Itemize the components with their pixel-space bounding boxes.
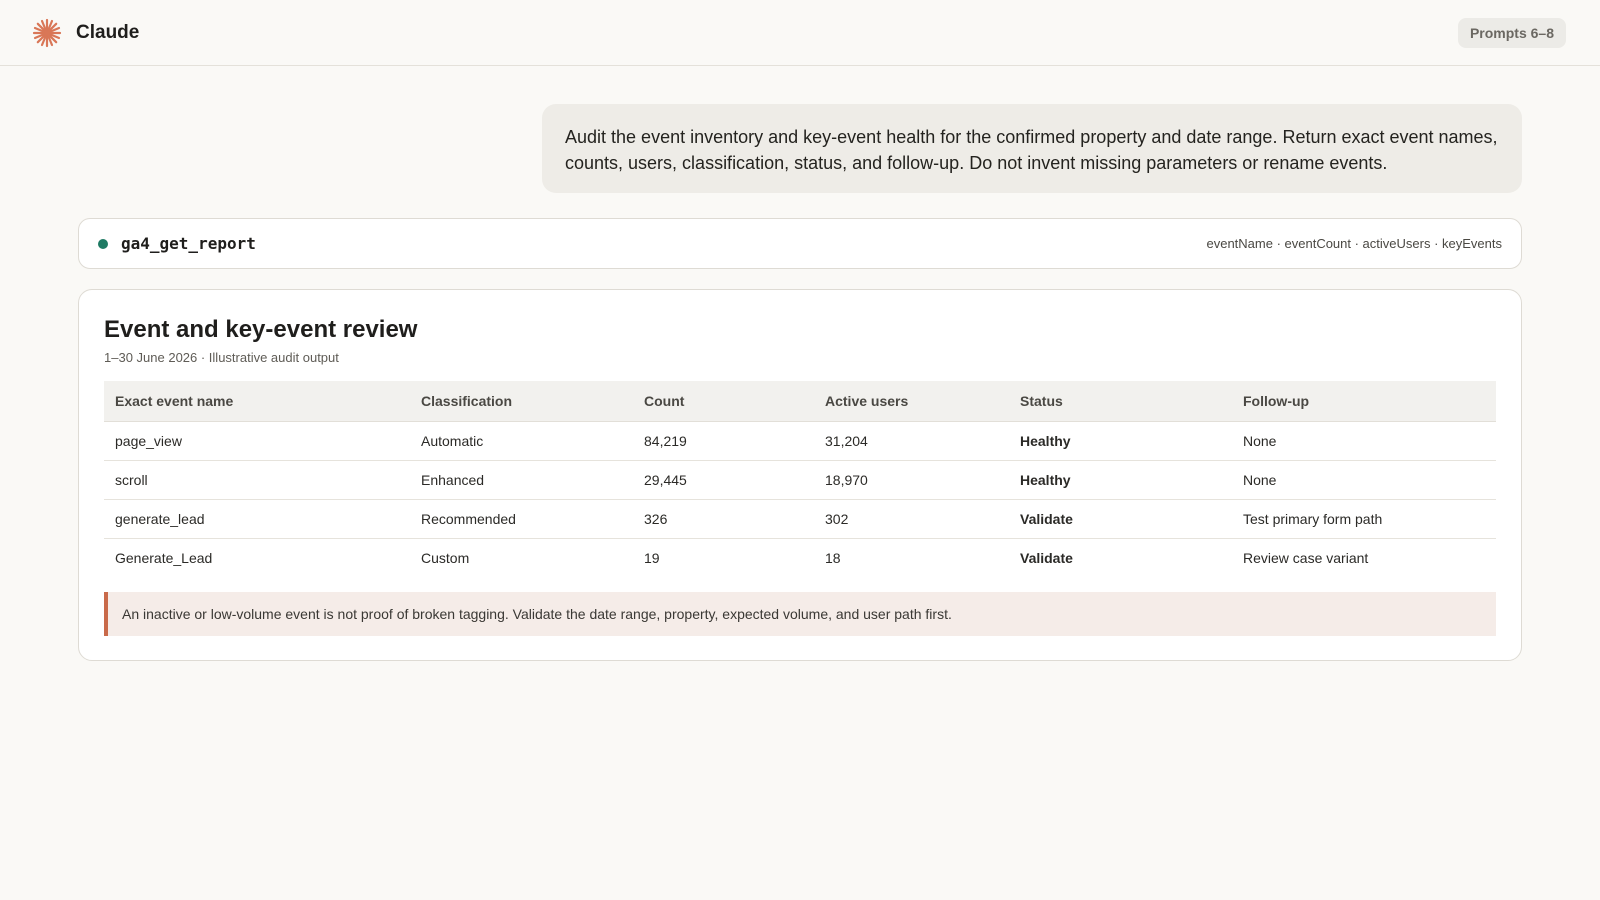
active-users-cell: 18 [825, 549, 841, 566]
warning-callout: An inactive or low-volume event is not p… [104, 592, 1496, 636]
top-bar: Claude Prompts 6–8 [0, 0, 1600, 66]
column-header-event-name: Exact event name [104, 381, 410, 422]
status-cell: Validate [1009, 499, 1232, 539]
column-header-follow-up: Follow-up [1232, 381, 1496, 422]
follow-up-cell: Review case variant [1243, 549, 1369, 566]
prompts-badge[interactable]: Prompts 6–8 [1457, 18, 1566, 48]
column-header-classification: Classification [410, 381, 633, 422]
active-users-cell: 18,970 [814, 460, 1009, 500]
active-users-cell: 302 [814, 499, 1009, 539]
events-table: Exact event name Classification Count Ac… [104, 381, 1496, 577]
event-name-cell: scroll [104, 460, 410, 500]
report-title: Event and key-event review [104, 316, 418, 343]
brand[interactable]: Claude [32, 18, 139, 48]
table-row: Generate_Lead Custom 19 18 Validate Revi… [104, 538, 1496, 577]
follow-up-cell: Test primary form path [1232, 499, 1496, 539]
count-cell: 84,219 [633, 421, 814, 461]
table-header-row: Exact event name Classification Count Ac… [104, 381, 1496, 422]
classification-cell: Custom [421, 549, 470, 566]
classification-cell: Automatic [410, 421, 633, 461]
event-name-cell: Generate_Lead [115, 549, 213, 566]
tool-fields: eventName · eventCount · activeUsers · k… [1206, 236, 1502, 251]
tool-call-card[interactable]: ga4_get_report eventName · eventCount · … [78, 218, 1522, 269]
tool-name: ga4_get_report [121, 234, 256, 253]
table-row: scroll Enhanced 29,445 18,970 Healthy No… [104, 460, 1496, 500]
status-dot-icon [98, 239, 108, 249]
column-header-count: Count [633, 381, 814, 422]
table-row: generate_lead Recommended 326 302 Valida… [104, 499, 1496, 539]
active-users-cell: 31,204 [814, 421, 1009, 461]
table-row: page_view Automatic 84,219 31,204 Health… [104, 421, 1496, 461]
column-header-status: Status [1009, 381, 1232, 422]
column-header-active-users: Active users [814, 381, 1009, 422]
count-cell: 326 [633, 499, 814, 539]
follow-up-cell: None [1232, 460, 1496, 500]
status-cell: Validate [1020, 549, 1073, 566]
report-card: Event and key-event review 1–30 June 202… [78, 289, 1522, 661]
follow-up-cell: None [1232, 421, 1496, 461]
user-message: Audit the event inventory and key-event … [542, 104, 1522, 193]
status-cell: Healthy [1009, 460, 1232, 500]
count-cell: 29,445 [633, 460, 814, 500]
event-name-cell: generate_lead [104, 499, 410, 539]
report-subtitle: 1–30 June 2026 · Illustrative audit outp… [104, 350, 339, 365]
event-name-cell: page_view [104, 421, 410, 461]
status-cell: Healthy [1009, 421, 1232, 461]
classification-cell: Enhanced [410, 460, 633, 500]
claude-spark-icon [32, 18, 62, 48]
classification-cell: Recommended [410, 499, 633, 539]
count-cell: 19 [644, 549, 660, 566]
app-name: Claude [76, 22, 140, 43]
